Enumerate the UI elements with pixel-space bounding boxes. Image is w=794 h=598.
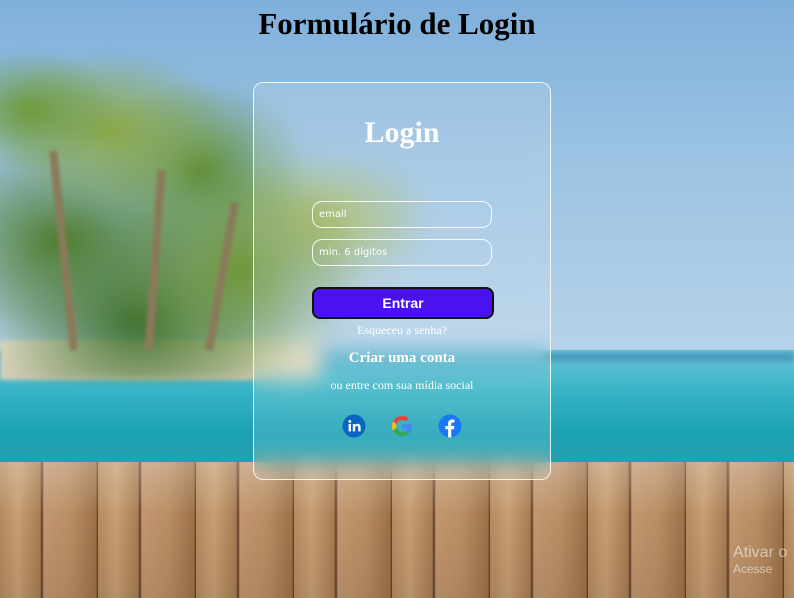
facebook-login-button[interactable] [438,414,462,438]
password-input[interactable] [312,239,492,266]
login-submit-button[interactable]: Entrar [312,287,494,319]
watermark-subtitle: Acesse [733,562,773,576]
windows-activation-watermark: Ativar o Acesse [733,544,787,576]
linkedin-icon [342,414,366,438]
create-account-link[interactable]: Criar uma conta [254,350,550,367]
background-deck-shade [0,462,794,598]
facebook-icon [438,414,462,438]
email-input[interactable] [312,201,492,228]
google-login-button[interactable] [390,414,414,438]
linkedin-login-button[interactable] [342,414,366,438]
login-card-title: Login [364,116,440,149]
watermark-title: Ativar o [733,544,788,561]
page-title: Formulário de Login [258,6,536,41]
social-login-prompt: ou entre com sua mídia social [330,378,474,392]
social-login-buttons [254,414,550,438]
forgot-password-link[interactable]: Esqueceu a senha? [254,323,550,338]
login-card: Login Entrar Esqueceu a senha? Criar uma… [253,82,551,480]
google-icon [392,416,412,436]
